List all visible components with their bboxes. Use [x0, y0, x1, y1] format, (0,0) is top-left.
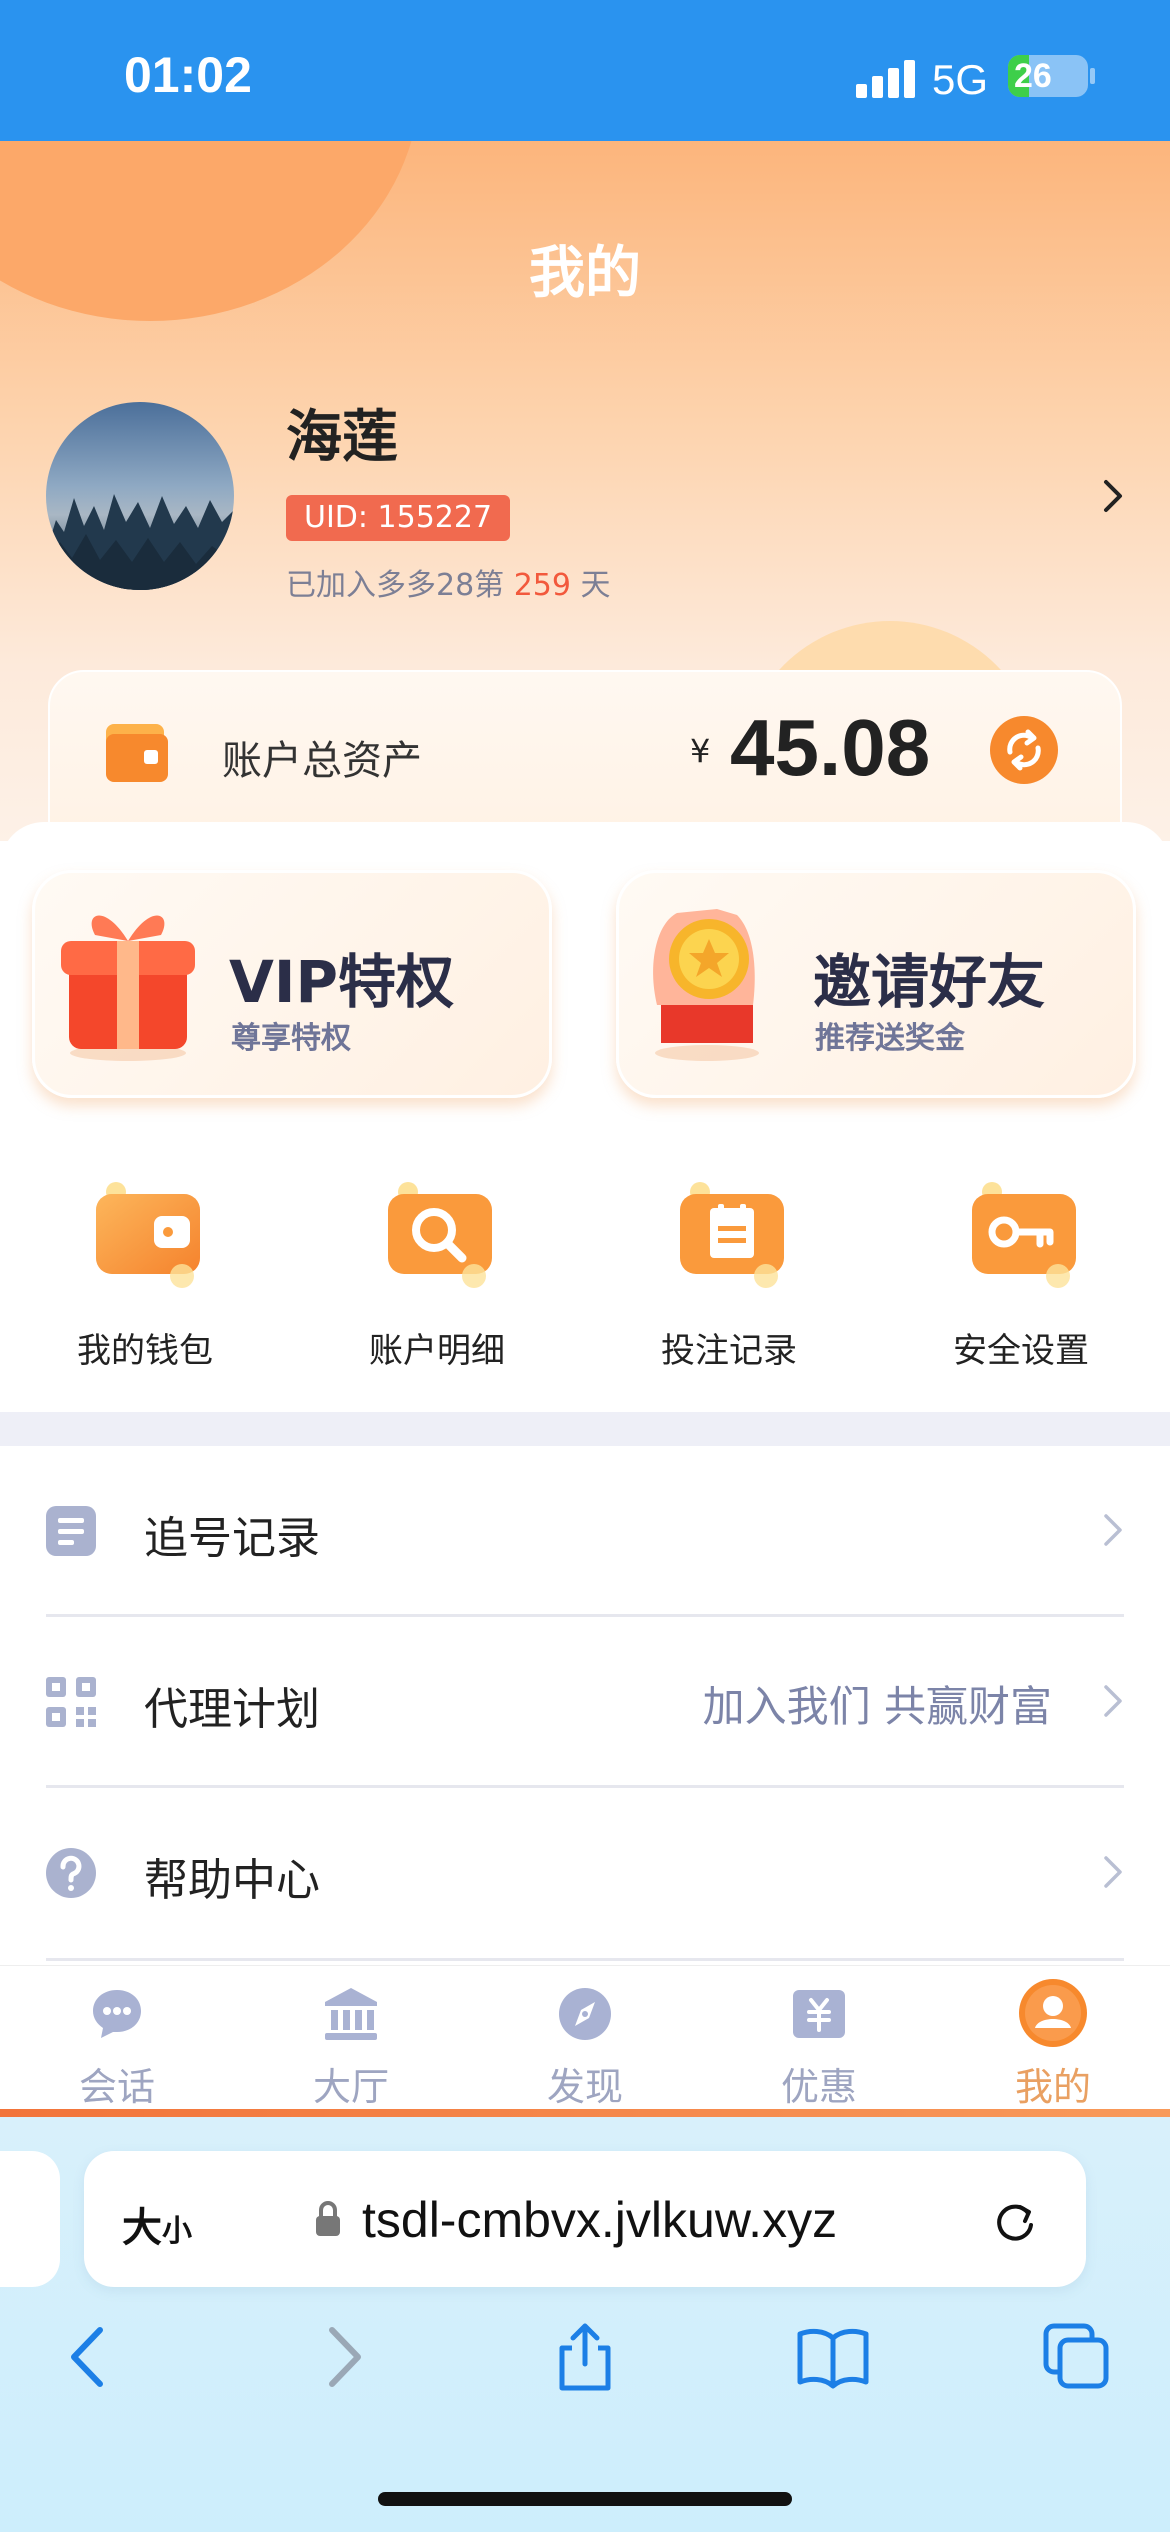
text-size-small: 小	[162, 2214, 192, 2249]
nav-lobby[interactable]: 大厅	[234, 1966, 468, 2116]
quick-action-label: 我的钱包	[77, 1331, 213, 1371]
forward-icon[interactable]	[304, 2320, 378, 2394]
currency-symbol: ¥	[690, 732, 711, 770]
nav-label: 大厅	[312, 2065, 389, 2109]
nav-label: 优惠	[780, 2065, 857, 2109]
chevron-right-icon	[1102, 1512, 1124, 1548]
nav-label: 发现	[546, 2065, 623, 2109]
bottom-nav: 会话 大厅 发现 优惠 我的	[0, 1965, 1170, 2117]
search-icon	[382, 1180, 494, 1290]
text-size-button[interactable]: 大小	[122, 2195, 192, 2253]
uid-badge: UID: 155227	[286, 495, 511, 541]
address-bar[interactable]: 大小 tsdl-cmbvx.jvlkuw.xyz	[84, 2151, 1086, 2287]
refresh-icon[interactable]	[990, 716, 1058, 784]
battery-icon: 26	[1008, 55, 1088, 97]
quick-action-label: 投注记录	[661, 1331, 797, 1371]
joined-days: 259	[513, 568, 571, 603]
coin-hand-icon	[637, 893, 787, 1063]
joined-suffix: 天	[570, 568, 611, 603]
menu-separator	[46, 1958, 1124, 1961]
menu-item-help-center[interactable]: 帮助中心	[0, 1788, 1170, 1958]
joined-info: 已加入多多28第 259 天	[286, 560, 611, 604]
joined-prefix: 已加入多多28第	[286, 568, 514, 603]
chevron-right-icon[interactable]	[1100, 478, 1128, 514]
invite-title: 邀请好友	[813, 948, 1046, 1016]
invite-subtitle: 推荐送奖金	[815, 1021, 965, 1056]
bank-icon	[323, 1986, 379, 2042]
notepad-icon	[674, 1180, 786, 1290]
nav-chat[interactable]: 会话	[0, 1966, 234, 2116]
tabs-icon[interactable]	[1040, 2320, 1114, 2394]
previous-tab[interactable]	[0, 2151, 60, 2287]
nav-promotions[interactable]: 优惠	[702, 1966, 936, 2116]
nav-label: 会话	[78, 2065, 155, 2109]
bookmarks-icon[interactable]	[796, 2320, 870, 2394]
vip-card[interactable]: VIP特权 尊享特权	[32, 870, 552, 1098]
key-icon	[966, 1180, 1078, 1290]
avatar[interactable]	[46, 402, 234, 590]
back-icon[interactable]	[54, 2320, 128, 2394]
chevron-right-icon	[1102, 1854, 1124, 1890]
status-time: 01:02	[124, 47, 252, 103]
quick-action-bets[interactable]: 投注记录	[629, 1180, 829, 1380]
menu-item-label: 追号记录	[144, 1513, 320, 1564]
url-text: tsdl-cmbvx.jvlkuw.xyz	[362, 2192, 838, 2248]
quick-action-label: 账户明细	[369, 1331, 505, 1371]
menu-item-label: 代理计划	[144, 1684, 320, 1735]
document-icon	[44, 1504, 98, 1558]
coupon-icon	[791, 1986, 847, 2042]
signal-icon	[856, 58, 916, 98]
quick-action-label: 安全设置	[953, 1331, 1089, 1371]
battery-level: 26	[1014, 57, 1052, 95]
quick-action-security[interactable]: 安全设置	[921, 1180, 1121, 1380]
chat-icon	[89, 1986, 145, 2042]
compass-icon	[557, 1986, 613, 2042]
qr-code-icon	[44, 1675, 98, 1729]
battery-cap	[1090, 68, 1095, 84]
lock-icon	[314, 2199, 342, 2239]
network-type: 5G	[932, 56, 989, 103]
asset-amount: 45.08	[730, 703, 931, 792]
home-indicator	[378, 2492, 792, 2506]
menu-item-hint: 加入我们 共赢财富	[702, 1682, 1052, 1731]
nav-label: 我的	[1014, 2065, 1091, 2109]
page-title: 我的	[529, 241, 641, 306]
asset-label: 账户总资产	[222, 738, 422, 784]
user-name: 海莲	[286, 405, 398, 470]
menu-item-follow-records[interactable]: 追号记录	[0, 1446, 1170, 1616]
status-bar: 01:02 5G 26	[0, 0, 1170, 141]
menu-item-agent-plan[interactable]: 代理计划 加入我们 共赢财富	[0, 1617, 1170, 1787]
nav-discover[interactable]: 发现	[468, 1966, 702, 2116]
section-divider	[0, 1412, 1170, 1446]
wallet-icon	[90, 1180, 202, 1290]
text-size-large: 大	[122, 2205, 162, 2251]
gift-icon	[53, 893, 203, 1063]
quick-action-wallet[interactable]: 我的钱包	[45, 1180, 245, 1380]
chevron-right-icon	[1102, 1683, 1124, 1719]
user-icon	[1018, 1978, 1088, 2048]
share-icon[interactable]	[548, 2320, 622, 2394]
wallet-icon	[104, 720, 170, 784]
help-icon	[44, 1846, 98, 1900]
menu-item-label: 帮助中心	[144, 1855, 320, 1906]
vip-title: VIP特权	[229, 948, 454, 1016]
quick-action-details[interactable]: 账户明细	[337, 1180, 537, 1380]
vip-subtitle: 尊享特权	[231, 1021, 351, 1056]
reload-icon[interactable]	[990, 2195, 1040, 2245]
invite-card[interactable]: 邀请好友 推荐送奖金	[616, 870, 1136, 1098]
nav-mine[interactable]: 我的	[936, 1966, 1170, 2116]
nav-accent-bar	[0, 2109, 1170, 2117]
